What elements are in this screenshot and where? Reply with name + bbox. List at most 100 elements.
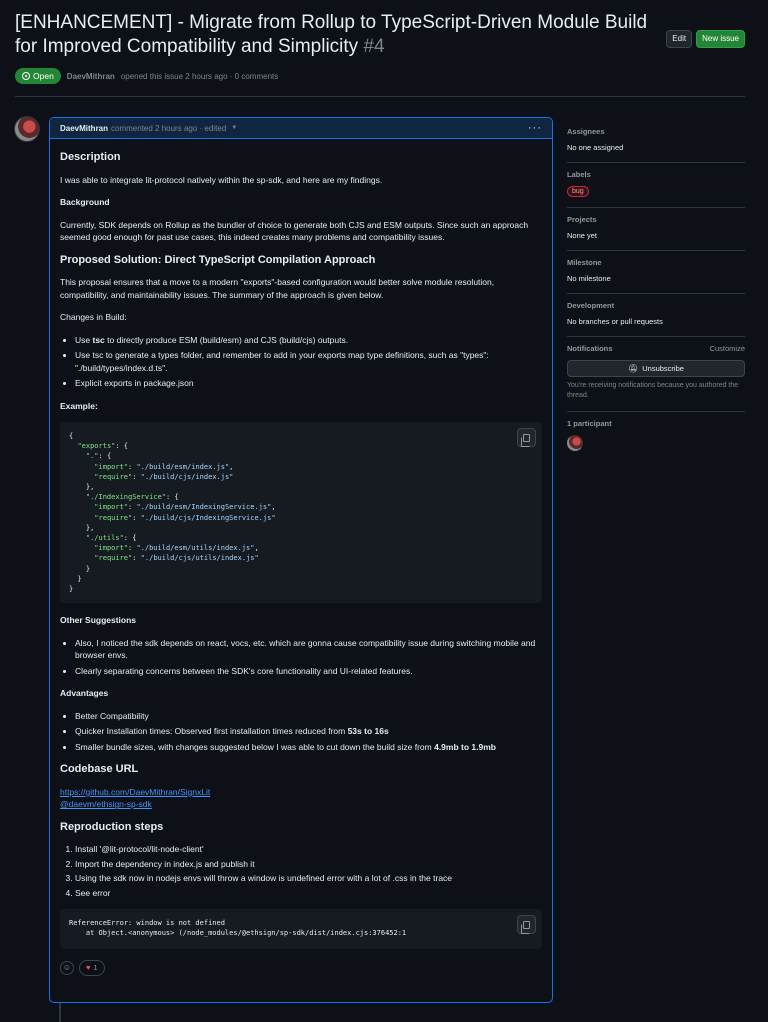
projects-value: None yet	[567, 231, 598, 240]
notifications-label: Notifications	[567, 344, 613, 353]
new-issue-button[interactable]: New issue	[696, 30, 745, 48]
repro-heading: Reproduction steps	[60, 820, 164, 833]
list-item: Use tsc to generate a types folder, and …	[75, 349, 542, 374]
assignees-label[interactable]: Assignees	[567, 127, 605, 136]
list-item: Using the sdk now in nodejs envs will th…	[75, 872, 542, 885]
header-divider	[15, 96, 745, 97]
list-item: Also, I noticed the sdk depends on react…	[75, 637, 542, 662]
customize-link[interactable]: Customize	[710, 344, 745, 353]
development-label[interactable]: Development	[567, 301, 614, 310]
list-item: Better Compatibility	[75, 710, 542, 723]
code-line: }	[69, 564, 91, 573]
chevron-down-icon[interactable]: ▼	[231, 125, 237, 131]
code-line: },	[69, 483, 95, 492]
code-content: { "exports": { ".": { "import": "./build…	[69, 431, 533, 594]
code-line: }	[69, 585, 74, 594]
code-line: ".": {	[85, 452, 112, 461]
changes-text: Changes in Build:	[60, 312, 127, 322]
issue-comment: DaevMithran commented 2 hours ago · edit…	[49, 117, 553, 1003]
code-line: "import": "./build/esm/utils/index.js",	[94, 544, 259, 553]
unsubscribe-button[interactable]: 🔕︎ Unsubscribe	[567, 360, 745, 377]
codebase-links: https://github.com/DaevMithran/SignxLit …	[60, 786, 542, 811]
avatar[interactable]	[567, 435, 583, 451]
repro-list: Install '@lit-protocol/lit-node-client' …	[75, 843, 542, 899]
label-bug[interactable]: bug	[567, 186, 589, 197]
more-options-icon[interactable]: ···	[528, 122, 542, 134]
code-block-error: ReferenceError: window is not defined at…	[60, 909, 542, 949]
code-line: "import": "./build/esm/index.js",	[94, 462, 234, 471]
status-label: Open	[33, 71, 54, 81]
other-list: Also, I noticed the sdk depends on react…	[75, 637, 542, 678]
code-line: "./IndexingService": {	[85, 493, 179, 502]
other-heading: Other Suggestions	[60, 615, 137, 626]
background-text: Currently, SDK depends on Rollup as the …	[60, 219, 529, 243]
list-item: Clearly separating concerns between the …	[75, 665, 542, 678]
timeline-line	[59, 1000, 61, 1022]
participants-label: 1 participant	[567, 419, 612, 428]
description-text: I was able to integrate lit-protocol nat…	[60, 174, 383, 185]
proposed-heading: Proposed Solution: Direct TypeScript Com…	[60, 253, 376, 266]
issue-title-text: [ENHANCEMENT] - Migrate from Rollup to T…	[15, 12, 648, 57]
status-badge: Open	[15, 68, 61, 84]
header-actions: Edit New issue	[666, 30, 745, 48]
code-line: },	[69, 523, 95, 532]
advantages-list: Better Compatibility Quicker Installatio…	[75, 710, 542, 754]
code-line: "import": "./build/esm/IndexingService.j…	[94, 503, 276, 512]
development-section: Development No branches or pull requests	[567, 294, 745, 337]
edit-button[interactable]: Edit	[666, 30, 693, 48]
issue-meta: Open DaevMithran opened this issue 2 hou…	[15, 68, 278, 84]
code-line: "./utils": {	[85, 534, 137, 543]
heart-reaction-button[interactable]: ♥ 1	[79, 959, 105, 977]
copy-icon[interactable]	[517, 915, 536, 935]
issue-author-link[interactable]: DaevMithran	[67, 72, 115, 81]
code-line: "require": "./build/cjs/IndexingService.…	[94, 513, 276, 522]
comment-header: DaevMithran commented 2 hours ago · edit…	[50, 118, 552, 139]
repo-link[interactable]: https://github.com/DaevMithran/SignxLit	[60, 787, 210, 797]
heart-count: 1	[93, 962, 98, 972]
milestone-label[interactable]: Milestone	[567, 258, 602, 267]
advantages-heading: Advantages	[60, 688, 109, 699]
error-line: ReferenceError: window is not defined	[69, 919, 225, 928]
comment-meta[interactable]: commented 2 hours ago · edited	[111, 124, 226, 133]
code-line: "require": "./build/cjs/index.js"	[94, 472, 234, 481]
reactions-bar: ☺ ♥ 1	[60, 959, 542, 977]
list-item: Import the dependency in index.js and pu…	[75, 858, 542, 871]
milestone-value: No milestone	[567, 274, 611, 283]
comment-author-link[interactable]: DaevMithran	[60, 124, 108, 133]
proposed-text: This proposal ensures that a move to a m…	[60, 277, 495, 300]
copy-icon[interactable]	[517, 428, 536, 447]
changes-list: Use tsc to directly produce ESM (build/e…	[75, 334, 542, 390]
unsubscribe-label: Unsubscribe	[642, 364, 684, 373]
assignees-section: Assignees No one assigned	[567, 120, 745, 163]
projects-section: Projects None yet	[567, 208, 745, 251]
code-line: {	[69, 432, 74, 440]
development-value: No branches or pull requests	[567, 317, 663, 326]
issue-meta-text: opened this issue 2 hours ago · 0 commen…	[120, 71, 279, 81]
projects-label[interactable]: Projects	[567, 215, 597, 224]
assignees-value: No one assigned	[567, 143, 624, 152]
milestone-section: Milestone No milestone	[567, 251, 745, 294]
labels-label[interactable]: Labels	[567, 170, 591, 179]
issue-sidebar: Assignees No one assigned Labels bug Pro…	[567, 120, 745, 461]
add-reaction-icon[interactable]: ☺	[60, 960, 74, 975]
example-heading: Example:	[60, 400, 98, 411]
avatar[interactable]	[14, 116, 40, 142]
error-content: ReferenceError: window is not defined at…	[69, 918, 533, 938]
code-line: }	[69, 574, 82, 583]
participants-section: 1 participant	[567, 412, 745, 461]
list-item: Install '@lit-protocol/lit-node-client'	[75, 843, 542, 856]
error-line: at Object.<anonymous> (/node_modules/@et…	[69, 929, 407, 938]
codebase-heading: Codebase URL	[60, 763, 139, 776]
list-item: Smaller bundle sizes, with changes sugge…	[75, 741, 542, 754]
list-item: Explicit exports in package.json	[75, 377, 542, 390]
list-item: Quicker Installation times: Observed fir…	[75, 725, 542, 738]
heart-icon: ♥	[86, 962, 91, 972]
list-item: Use tsc to directly produce ESM (build/e…	[75, 334, 542, 347]
notifications-section: Notifications Customize 🔕︎ Unsubscribe Y…	[567, 337, 745, 412]
bell-slash-icon: 🔕︎	[628, 364, 639, 373]
notifications-note: You're receiving notifications because y…	[567, 382, 739, 399]
package-link[interactable]: @daevm/ethsign-sp-sdk	[60, 799, 152, 809]
issue-open-icon	[22, 72, 30, 80]
issue-title: [ENHANCEMENT] - Migrate from Rollup to T…	[15, 11, 665, 59]
list-item: See error	[75, 887, 542, 900]
